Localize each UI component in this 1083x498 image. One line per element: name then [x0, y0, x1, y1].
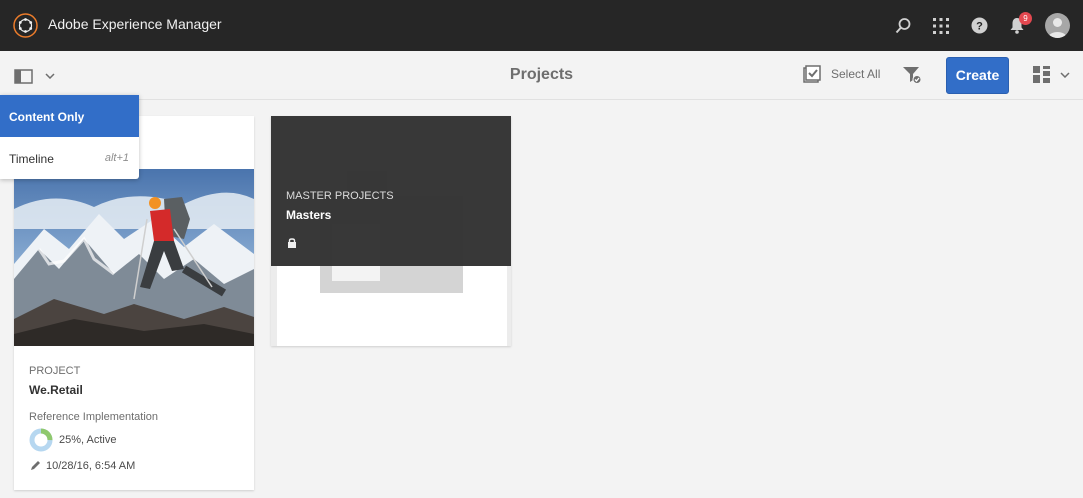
select-all-icon [803, 65, 821, 83]
pencil-icon [31, 461, 40, 470]
create-button[interactable]: Create [946, 57, 1009, 94]
card-overlay: MASTER PROJECTS Masters [271, 116, 511, 266]
avatar[interactable] [1045, 13, 1070, 38]
card-view-icon [1033, 66, 1050, 83]
help-icon: ? [971, 17, 987, 34]
chevron-down-icon [1060, 71, 1070, 78]
card-title[interactable]: We.Retail [29, 383, 83, 397]
help-button[interactable]: ? [961, 0, 997, 51]
progress-label: 25%, Active [59, 434, 117, 446]
select-all-label: Select All [831, 67, 881, 81]
view-switcher-button[interactable] [1033, 66, 1070, 83]
modified-date: 10/28/16, 6:54 AM [46, 460, 136, 472]
card-type-label: MASTER PROJECTS [286, 190, 394, 202]
app-title[interactable]: Adobe Experience Manager [48, 16, 222, 32]
project-progress: 25%, Active [29, 428, 116, 452]
rail-view-menu: Content Only Timeline alt+1 [0, 95, 139, 179]
notifications-button[interactable]: 9 [999, 0, 1035, 51]
aem-logo-icon[interactable] [13, 13, 38, 38]
project-card-masters[interactable]: MASTER PROJECTS Masters [271, 116, 511, 346]
card-title[interactable]: Masters [286, 208, 331, 222]
notification-count-badge: 9 [1019, 12, 1032, 25]
project-thumbnail [14, 169, 254, 346]
filter-button[interactable] [902, 65, 922, 90]
search-button[interactable] [885, 0, 921, 51]
menu-item-content-only[interactable]: Content Only [0, 95, 139, 137]
filter-icon [903, 67, 922, 84]
card-type-label: PROJECT [29, 365, 81, 377]
menu-item-shortcut: alt+1 [104, 152, 129, 164]
global-header: Adobe Experience Manager ? 9 [0, 0, 1083, 51]
solutions-button[interactable] [923, 0, 959, 51]
modified-info: 10/28/16, 6:54 AM [29, 460, 135, 472]
progress-ring-icon [29, 428, 53, 452]
search-icon [895, 17, 911, 33]
svg-text:?: ? [976, 21, 983, 33]
menu-item-label: Content Only [9, 110, 85, 124]
hiker-image [14, 169, 254, 346]
lock-icon [288, 238, 296, 248]
card-description: Reference Implementation [29, 411, 159, 423]
menu-item-timeline[interactable]: Timeline alt+1 [0, 137, 139, 179]
select-all-button[interactable]: Select All [803, 65, 880, 83]
menu-item-label: Timeline [9, 152, 54, 166]
user-avatar-icon [1048, 18, 1067, 38]
action-bar: Projects Select All Create [0, 51, 1083, 100]
apps-grid-icon [933, 17, 949, 34]
